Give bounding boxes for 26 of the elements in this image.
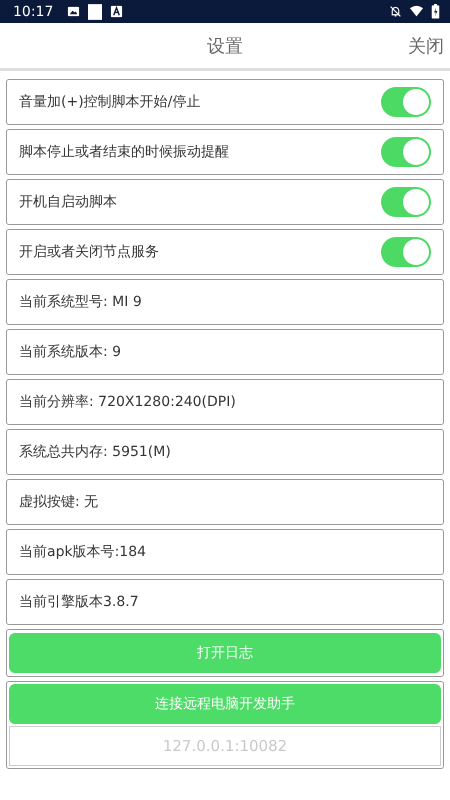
- setting-label: 当前分辨率: 720X1280:240(DPI): [19, 393, 237, 411]
- setting-label: 当前系统型号: MI 9: [19, 293, 143, 311]
- setting-label: 系统总共内存: 5951(M): [19, 443, 172, 461]
- image-icon: [67, 5, 80, 18]
- status-time: 10:17: [13, 4, 54, 20]
- setting-label: 音量加(+)控制脚本开始/停止: [19, 93, 202, 111]
- page-title: 设置: [207, 34, 244, 58]
- bell-off-icon: [389, 5, 402, 18]
- toggle-switch[interactable]: [381, 137, 431, 167]
- open-log-button[interactable]: 打开日志: [9, 633, 441, 673]
- setting-label: 脚本停止或者结束的时候振动提醒: [19, 143, 230, 161]
- battery-icon: [431, 4, 440, 19]
- toggle-switch[interactable]: [381, 187, 431, 217]
- toggle-switch[interactable]: [381, 237, 431, 267]
- setting-label: 开机自启动脚本: [19, 193, 118, 211]
- wifi-icon: [410, 5, 423, 18]
- toggle-switch[interactable]: [381, 87, 431, 117]
- close-button[interactable]: 关闭: [408, 34, 444, 58]
- setting-label: 当前引擎版本3.8.7: [19, 593, 140, 611]
- connect-button[interactable]: 连接远程电脑开发助手: [9, 684, 441, 724]
- setting-label: 虚拟按键: 无: [19, 493, 100, 511]
- setting-label: 当前apk版本号:184: [19, 543, 148, 561]
- app-icon: [110, 5, 124, 18]
- setting-label: 开启或者关闭节点服务: [19, 243, 160, 261]
- square-icon: [88, 4, 102, 20]
- setting-label: 当前系统版本: 9: [19, 343, 122, 361]
